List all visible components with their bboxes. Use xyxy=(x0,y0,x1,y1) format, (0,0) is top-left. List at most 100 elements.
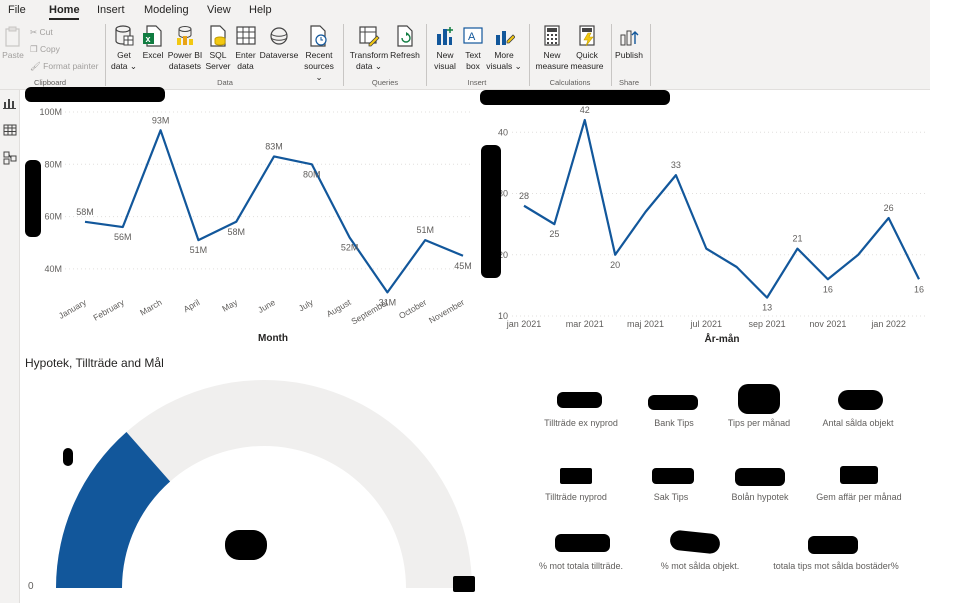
copy-label: Copy xyxy=(40,44,60,54)
y-tick-label: 60M xyxy=(44,212,62,222)
x-tick-label: March xyxy=(138,297,164,318)
calculations-group-label: Calculations xyxy=(549,78,591,87)
transform-data-button[interactable]: Transform data ⌄ xyxy=(349,24,389,72)
get-data-button[interactable]: Get data ⌄ xyxy=(110,24,138,72)
publish-button[interactable]: Publish xyxy=(613,24,645,61)
refresh-button[interactable]: Refresh xyxy=(389,24,421,61)
card-label: Tillträde ex nyprod xyxy=(544,418,618,428)
tab-insert[interactable]: Insert xyxy=(97,4,125,16)
refresh-label: Refresh xyxy=(390,50,420,60)
card-value xyxy=(840,466,878,484)
cut-button[interactable]: ✂ Cut xyxy=(30,27,53,38)
model-view-icon[interactable] xyxy=(3,151,17,165)
new-visual-label-2: visual xyxy=(434,61,456,71)
refresh-icon xyxy=(397,25,413,47)
insert-group-label: Insert xyxy=(467,78,487,87)
paste-label: Paste xyxy=(2,50,24,60)
x-tick-label: November xyxy=(427,297,466,325)
card-label: Tips per månad xyxy=(727,418,791,428)
cut-icon: ✂ xyxy=(30,27,38,37)
transform-icon xyxy=(359,26,380,47)
copy-button[interactable]: ❐ Copy xyxy=(30,44,60,55)
tab-view[interactable]: View xyxy=(207,4,231,16)
card-value xyxy=(560,468,592,484)
year-month-line-chart: 10203040 28254220331321162616 jan 2021 ma… xyxy=(498,105,928,345)
paste-icon xyxy=(5,26,20,47)
ribbon-separator xyxy=(426,24,427,86)
datasets-icon xyxy=(177,26,193,45)
new-visual-button[interactable]: New visual xyxy=(432,24,458,72)
recent-label-1: Recent xyxy=(305,50,333,60)
x-tick-label: September xyxy=(349,297,390,327)
quick-measure-button[interactable]: Quick measure xyxy=(568,24,606,72)
x-tick-label: June xyxy=(256,297,277,315)
gauge-title: Hypotek, Tillträde and Mål xyxy=(25,356,164,370)
paste-button[interactable]: Paste xyxy=(2,26,24,61)
more-visuals-label-2: visuals ⌄ xyxy=(486,61,522,71)
series-line xyxy=(523,118,920,299)
tab-home[interactable]: Home xyxy=(49,4,80,16)
format-painter-icon: 🖌 xyxy=(30,61,41,71)
svg-text:A: A xyxy=(468,31,476,43)
y-tick-label: 100M xyxy=(39,107,62,117)
x-axis-title: Month xyxy=(258,333,288,344)
new-measure-label-2: measure xyxy=(535,61,569,71)
text-box-icon: A xyxy=(463,27,483,44)
card-label: Sak Tips xyxy=(653,492,689,502)
svg-text:x: x xyxy=(146,34,151,44)
x-tick-label: January xyxy=(57,297,89,321)
more-visuals-button[interactable]: More visuals ⌄ xyxy=(486,24,522,72)
data-label: 42 xyxy=(580,105,590,115)
new-measure-button[interactable]: New measure xyxy=(533,24,571,72)
x-tick-label: mar 2021 xyxy=(566,319,604,329)
data-label: 33 xyxy=(671,160,681,170)
ribbon-separator xyxy=(650,24,651,86)
enter-data-label-1: Enter xyxy=(235,50,256,60)
get-data-label-2: data ⌄ xyxy=(110,61,138,71)
card-label: % mot totala tillträde. xyxy=(538,561,624,571)
report-view-icon[interactable] xyxy=(3,97,17,109)
card-label: Tillträde nyprod xyxy=(545,492,607,502)
queries-group-label: Queries xyxy=(371,78,399,87)
redacted-gauge-target xyxy=(63,448,73,466)
powerbi-datasets-button[interactable]: Power BI datasets xyxy=(167,24,203,72)
card-value xyxy=(557,392,602,408)
enter-data-button[interactable]: Enter data xyxy=(233,24,258,72)
tab-modeling[interactable]: Modeling xyxy=(144,4,189,16)
recent-sources-button[interactable]: Recent sources ⌄ xyxy=(300,24,338,83)
redacted-axis-title xyxy=(481,145,501,278)
cut-label: Cut xyxy=(39,27,53,37)
monthly-line-chart: 40M60M80M100M 58M56M93M51M58M83M80M52M31… xyxy=(39,107,472,344)
data-label: 56M xyxy=(114,232,132,242)
new-visual-label-1: New xyxy=(436,50,454,60)
sql-server-button[interactable]: SQL Server xyxy=(204,24,232,72)
calculator-icon xyxy=(544,25,560,46)
clipboard-group-label: Clipboard xyxy=(33,78,67,87)
format-painter-button[interactable]: 🖌 Format painter xyxy=(30,61,98,72)
text-box-button[interactable]: A Text box xyxy=(460,24,486,72)
new-measure-label-1: New xyxy=(543,50,561,60)
data-label: 26 xyxy=(884,203,894,213)
sql-label-1: SQL xyxy=(209,50,227,60)
dataverse-label: Dataverse xyxy=(259,50,299,60)
database-icon xyxy=(115,25,134,46)
x-axis-ticks: January February March April May June July Augu… xyxy=(57,297,466,327)
quick-measure-icon xyxy=(579,25,595,47)
y-tick-label: 40M xyxy=(44,264,62,274)
redacted-gauge-value xyxy=(225,530,267,560)
x-axis-title: År-mån xyxy=(704,332,739,345)
card-value xyxy=(838,390,883,410)
ribbon-separator xyxy=(105,24,106,86)
tab-help[interactable]: Help xyxy=(249,4,272,16)
dataverse-button[interactable]: Dataverse xyxy=(258,24,300,61)
publish-icon xyxy=(620,30,639,46)
excel-button[interactable]: x Excel xyxy=(140,24,166,61)
x-tick-label: sep 2021 xyxy=(749,319,786,329)
recent-label-2: sources ⌄ xyxy=(304,61,334,82)
data-view-icon[interactable] xyxy=(3,124,17,136)
tab-file[interactable]: File xyxy=(8,4,26,16)
data-labels: 58M56M93M51M58M83M80M52M31M51M45M xyxy=(76,115,472,307)
publish-label: Publish xyxy=(615,50,643,60)
text-box-label-1: Text xyxy=(465,50,481,60)
redacted-chart-title xyxy=(480,90,670,105)
